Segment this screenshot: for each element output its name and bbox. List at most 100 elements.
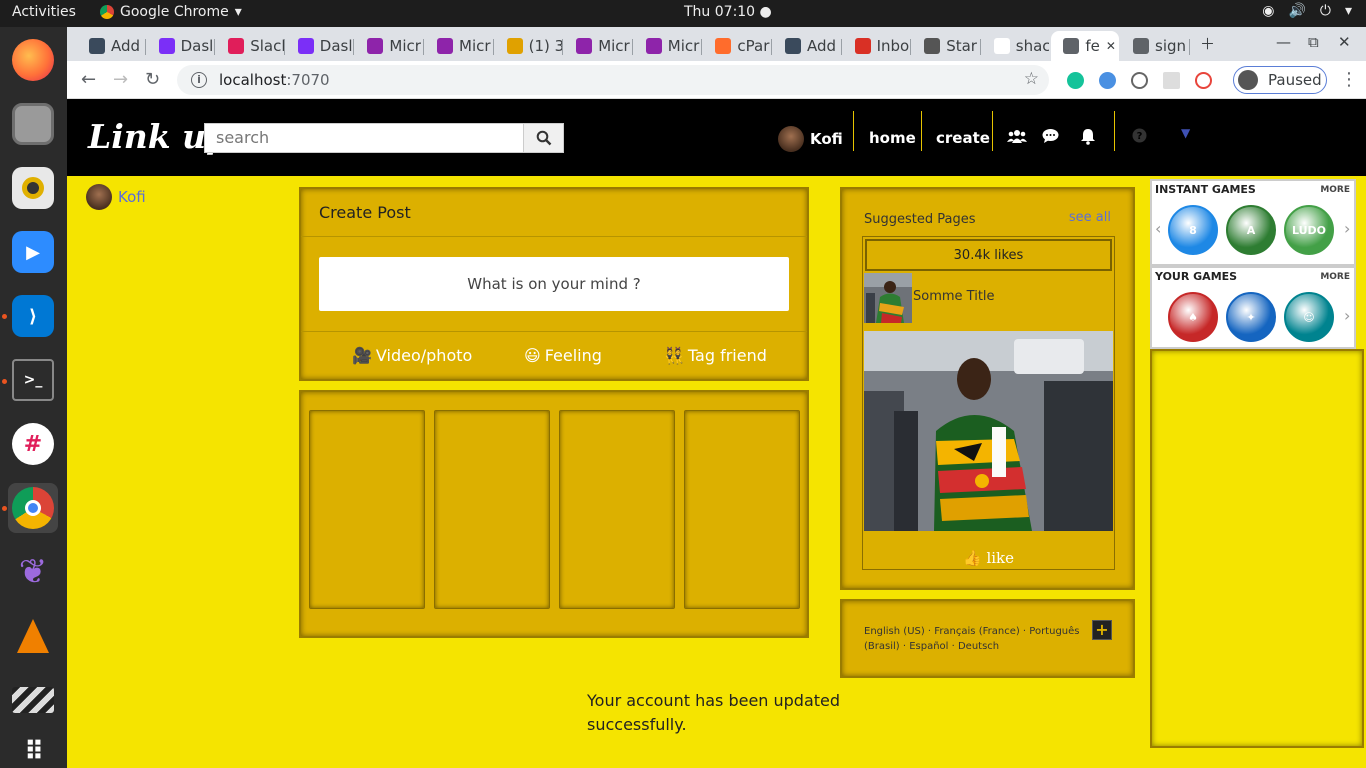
- friends-icon[interactable]: [1007, 128, 1027, 148]
- back-button[interactable]: ←: [81, 69, 96, 90]
- feather-launcher[interactable]: ❦: [8, 547, 58, 597]
- like-page-button[interactable]: 👍 like: [863, 549, 1114, 567]
- close-window-button[interactable]: ✕: [1338, 33, 1351, 51]
- extension-icon[interactable]: [1195, 72, 1212, 89]
- post-input[interactable]: What is on your mind ?: [319, 257, 789, 311]
- browser-tab[interactable]: Micr: [564, 31, 632, 61]
- story-card[interactable]: [434, 410, 550, 609]
- chevron-right-icon[interactable]: ›: [1344, 306, 1350, 325]
- notifications-bell-icon[interactable]: [1080, 128, 1096, 149]
- story-card[interactable]: [559, 410, 675, 609]
- game-icon[interactable]: 8: [1168, 205, 1218, 255]
- your-games-more-link[interactable]: MORE: [1320, 272, 1350, 282]
- info-icon[interactable]: i: [191, 72, 207, 88]
- game-icon[interactable]: A: [1226, 205, 1276, 255]
- address-bar[interactable]: i localhost:7070 ☆: [177, 65, 1049, 95]
- caret-down-icon[interactable]: ▼: [1181, 126, 1190, 140]
- extension-icon[interactable]: [1099, 72, 1116, 89]
- clock[interactable]: Thu 07:10 ●: [684, 4, 772, 20]
- browser-tab[interactable]: fe ✕: [1051, 31, 1119, 61]
- browser-tab[interactable]: Dasl: [147, 31, 215, 61]
- tag-friend-button[interactable]: 👯 Tag friend: [664, 346, 767, 365]
- browser-tab[interactable]: Dasl: [286, 31, 354, 61]
- page-title[interactable]: Somme Title: [913, 289, 995, 304]
- instant-games-more-link[interactable]: MORE: [1320, 185, 1350, 195]
- new-tab-button[interactable]: ＋: [1200, 33, 1215, 54]
- messages-icon[interactable]: [1042, 128, 1059, 148]
- page-thumbnail[interactable]: [864, 273, 912, 323]
- browser-tab[interactable]: cPar: [703, 31, 771, 61]
- browser-tab[interactable]: Micr: [634, 31, 702, 61]
- game-icon[interactable]: ✦: [1226, 292, 1276, 342]
- close-tab-icon[interactable]: ✕: [1106, 39, 1116, 53]
- tab-favicon-icon: [1133, 38, 1149, 54]
- page-cover-photo[interactable]: [864, 331, 1113, 531]
- game-icon[interactable]: ♠: [1168, 292, 1218, 342]
- search-input[interactable]: search: [204, 123, 524, 153]
- browser-tab[interactable]: Add: [773, 31, 841, 61]
- profile-button[interactable]: Paused: [1233, 66, 1327, 94]
- chevron-left-icon[interactable]: ‹: [1155, 219, 1161, 238]
- nav-home-link[interactable]: home: [869, 129, 916, 147]
- search-icon: [536, 130, 551, 146]
- grammarly-icon[interactable]: [1067, 72, 1084, 89]
- browser-tab[interactable]: Micr: [355, 31, 423, 61]
- language-links[interactable]: English (US) · Français (France) · Portu…: [864, 624, 1084, 654]
- browser-tab[interactable]: sign: [1121, 31, 1189, 61]
- maximize-button[interactable]: ⧉: [1308, 33, 1319, 51]
- running-indicator: [2, 379, 7, 384]
- url-host: localhost: [219, 71, 287, 89]
- story-card[interactable]: [684, 410, 800, 609]
- activities-button[interactable]: Activities: [12, 4, 76, 20]
- zoom-launcher[interactable]: ▶: [8, 227, 58, 277]
- avatar: [1238, 70, 1258, 90]
- browser-tab[interactable]: Micr: [425, 31, 493, 61]
- bookmark-star-icon[interactable]: ☆: [1024, 69, 1039, 89]
- tab-title: Dasl: [180, 37, 214, 55]
- minimize-button[interactable]: —: [1276, 33, 1291, 51]
- forward-button[interactable]: →: [113, 69, 128, 90]
- your-games-title: YOUR GAMES: [1155, 270, 1238, 283]
- tag-friend-label: Tag friend: [687, 346, 767, 365]
- extension-icon[interactable]: [1163, 72, 1180, 89]
- game-icon[interactable]: LUDO: [1284, 205, 1334, 255]
- sidebar-profile-link[interactable]: Kofi: [86, 184, 146, 210]
- browser-tab[interactable]: Inbo: [843, 31, 911, 61]
- status-message: Your account has been updated successful…: [587, 691, 841, 734]
- chevron-right-icon[interactable]: ›: [1344, 219, 1350, 238]
- browser-tab[interactable]: Add: [77, 31, 145, 61]
- nav-create-link[interactable]: create: [936, 129, 990, 147]
- tab-title: Inbo: [876, 37, 910, 55]
- tab-favicon-icon: [297, 38, 314, 54]
- system-tray[interactable]: ◉ 🔊 ⏻ ▾: [1262, 3, 1352, 19]
- tab-separator: [840, 39, 842, 55]
- vscode-launcher[interactable]: ⟩: [8, 291, 58, 341]
- browser-tab[interactable]: Star: [912, 31, 980, 61]
- video-editor-launcher[interactable]: [8, 675, 58, 725]
- see-all-link[interactable]: see all: [1069, 210, 1111, 225]
- terminal-launcher[interactable]: >_: [8, 355, 58, 405]
- vlc-launcher[interactable]: [8, 611, 58, 661]
- feeling-button[interactable]: 😃 Feeling: [524, 346, 602, 365]
- story-card[interactable]: [309, 410, 425, 609]
- video-photo-button[interactable]: 🎥 Video/photo: [352, 346, 472, 365]
- chrome-launcher[interactable]: [8, 483, 58, 533]
- browser-tab[interactable]: Slacl: [216, 31, 284, 61]
- slack-launcher[interactable]: #: [8, 419, 58, 469]
- browser-menu-icon[interactable]: ⋮: [1340, 69, 1358, 90]
- files-launcher[interactable]: [8, 99, 58, 149]
- game-icon[interactable]: ☺: [1284, 292, 1334, 342]
- divider: [301, 236, 807, 237]
- browser-tab[interactable]: (1) 3: [495, 31, 562, 61]
- search-button[interactable]: [523, 123, 564, 153]
- help-icon[interactable]: ?: [1132, 128, 1147, 147]
- more-languages-button[interactable]: +: [1092, 620, 1112, 640]
- firefox-launcher[interactable]: [8, 35, 58, 85]
- browser-tab[interactable]: shac: [982, 31, 1049, 61]
- extension-icon[interactable]: [1131, 72, 1148, 89]
- header-profile-link[interactable]: Kofi: [778, 126, 843, 152]
- app-menu[interactable]: Google Chrome ▾: [100, 4, 242, 20]
- rhythmbox-launcher[interactable]: [8, 163, 58, 213]
- reload-button[interactable]: ↻: [145, 69, 160, 90]
- show-applications-button[interactable]: ⠿: [8, 727, 58, 768]
